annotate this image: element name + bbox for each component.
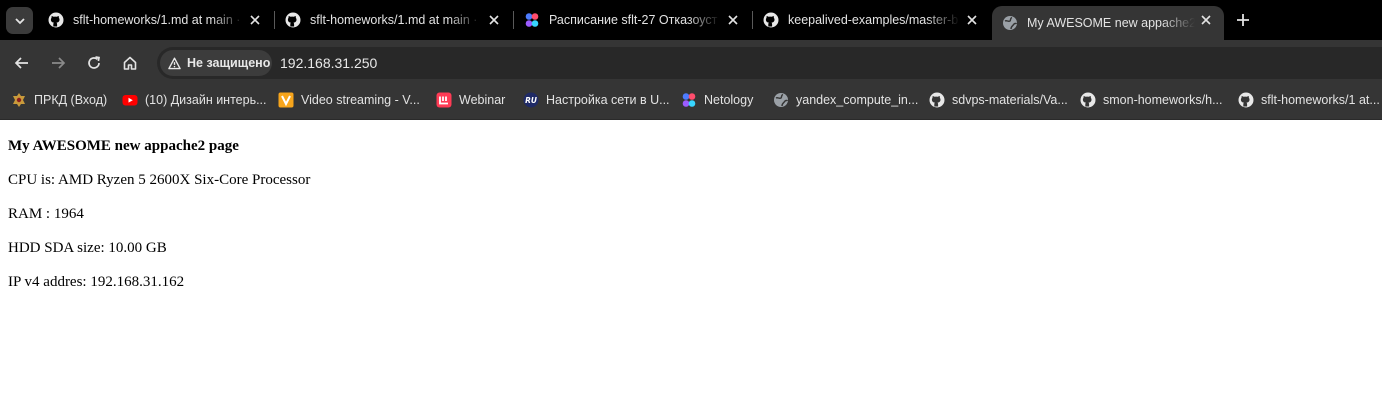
tab-3[interactable]: Расписание sflt-27 Отказоуст: [514, 0, 751, 40]
tab-strip: sflt-homeworks/1.md at main · sflt-homew…: [0, 0, 1382, 40]
bookmark-prkd[interactable]: ПРКД (Вход): [11, 86, 107, 114]
tab-close-button[interactable]: [247, 12, 263, 28]
new-tab-button[interactable]: [1231, 8, 1255, 32]
arrow-right-icon: [52, 57, 66, 69]
close-icon: [967, 15, 977, 25]
bookmark-youtube[interactable]: (10) Дизайн интерь...: [122, 86, 267, 114]
reload-icon: [88, 56, 100, 69]
tab-close-button[interactable]: [1198, 12, 1214, 28]
bookmark-label: sdvps-materials/Va...: [952, 93, 1068, 107]
tab-close-button[interactable]: [725, 12, 741, 28]
close-icon: [1201, 15, 1211, 25]
bookmark-label: smon-homeworks/h...: [1103, 93, 1223, 107]
home-button[interactable]: [118, 51, 142, 75]
tab-title: keepalived-examples/master-b: [788, 13, 959, 27]
arrow-left-icon: [14, 57, 28, 69]
web-page-content: My AWESOME new appache2 page CPU is: AMD…: [0, 121, 1382, 400]
browser-toolbar: Не защищено 192.168.31.250: [0, 40, 1382, 86]
bookmark-label: yandex_compute_in...: [796, 93, 919, 107]
chevron-down-icon: [14, 17, 25, 24]
reload-button[interactable]: [82, 51, 106, 75]
tab-title: sflt-homeworks/1.md at main ·: [73, 13, 241, 27]
bookmark-label: Video streaming - V...: [301, 93, 420, 107]
tab-4[interactable]: keepalived-examples/master-b: [753, 0, 990, 40]
bookmark-label: Webinar: [459, 93, 506, 107]
bookmark-label: ПРКД (Вход): [34, 93, 108, 107]
webinar-icon: [436, 92, 452, 108]
tab-2[interactable]: sflt-homeworks/1.md at main ·: [275, 0, 512, 40]
bookmark-sdvps-materials[interactable]: sdvps-materials/Va...: [929, 86, 1068, 114]
forward-button[interactable]: [46, 51, 70, 75]
tab-search-button[interactable]: [6, 7, 33, 34]
home-icon: [123, 56, 137, 70]
bookmark-ru[interactable]: RU Настройка сети в U...: [523, 86, 670, 114]
close-icon: [250, 15, 260, 25]
tab-close-button[interactable]: [964, 12, 980, 28]
bookmark-label: sflt-homeworks/1 at...: [1261, 93, 1380, 107]
netology-icon: [525, 13, 539, 27]
globe-icon: [773, 92, 789, 108]
globe-icon: [1003, 16, 1018, 30]
tab-title: Расписание sflt-27 Отказоуст: [549, 13, 718, 27]
ru-icon: RU: [523, 92, 539, 108]
bookmark-label: (10) Дизайн интерь...: [145, 93, 267, 107]
bookmark-netology[interactable]: Netology: [681, 86, 753, 114]
bookmark-yandex-compute[interactable]: yandex_compute_in...: [773, 86, 918, 114]
github-icon: [1080, 92, 1096, 108]
crest-icon: [11, 92, 27, 108]
bookmark-webinar[interactable]: Webinar: [436, 86, 505, 114]
github-icon: [285, 12, 301, 28]
github-icon: [48, 12, 64, 28]
github-icon: [929, 92, 945, 108]
back-button[interactable]: [10, 51, 34, 75]
svg-text:RU: RU: [525, 96, 537, 105]
tab-close-button[interactable]: [486, 12, 502, 28]
tab-1[interactable]: sflt-homeworks/1.md at main ·: [38, 0, 273, 40]
github-icon: [1238, 92, 1254, 108]
bookmark-label: Netology: [704, 93, 754, 107]
ram-info: RAM : 1964: [8, 206, 84, 222]
bookmark-smon-homeworks[interactable]: smon-homeworks/h...: [1080, 86, 1222, 114]
bookmark-sflt-homeworks[interactable]: sflt-homeworks/1 at...: [1238, 86, 1380, 114]
url-text[interactable]: 192.168.31.250: [280, 55, 377, 71]
tab-title: sflt-homeworks/1.md at main ·: [310, 13, 478, 27]
page-heading: My AWESOME new appache2 page: [8, 138, 239, 154]
tab-5-active[interactable]: My AWESOME new appache2 p: [992, 6, 1224, 40]
hdd-info: HDD SDA size: 10.00 GB: [8, 240, 167, 256]
plus-icon: [1237, 14, 1249, 26]
ip-info: IP v4 addres: 192.168.31.162: [8, 274, 185, 290]
tab-title: My AWESOME new appache2 p: [1027, 16, 1195, 30]
vlc-icon: [278, 92, 294, 108]
close-icon: [728, 15, 738, 25]
bookmark-label: Настройка сети в U...: [546, 93, 670, 107]
address-bar[interactable]: Не защищено 192.168.31.250: [157, 47, 1382, 79]
netology-icon: [681, 92, 697, 108]
youtube-icon: [122, 92, 138, 108]
close-icon: [489, 15, 499, 25]
bookmark-vlc[interactable]: Video streaming - V...: [278, 86, 420, 114]
security-chip[interactable]: Не защищено: [160, 50, 272, 76]
security-label: Не защищено: [187, 56, 271, 70]
cpu-info: CPU is: AMD Ryzen 5 2600X Six-Core Proce…: [8, 172, 311, 188]
warning-icon: [168, 57, 181, 69]
bookmarks-bar: ПРКД (Вход) (10) Дизайн интерь... Video …: [0, 86, 1382, 120]
github-icon: [763, 12, 779, 28]
